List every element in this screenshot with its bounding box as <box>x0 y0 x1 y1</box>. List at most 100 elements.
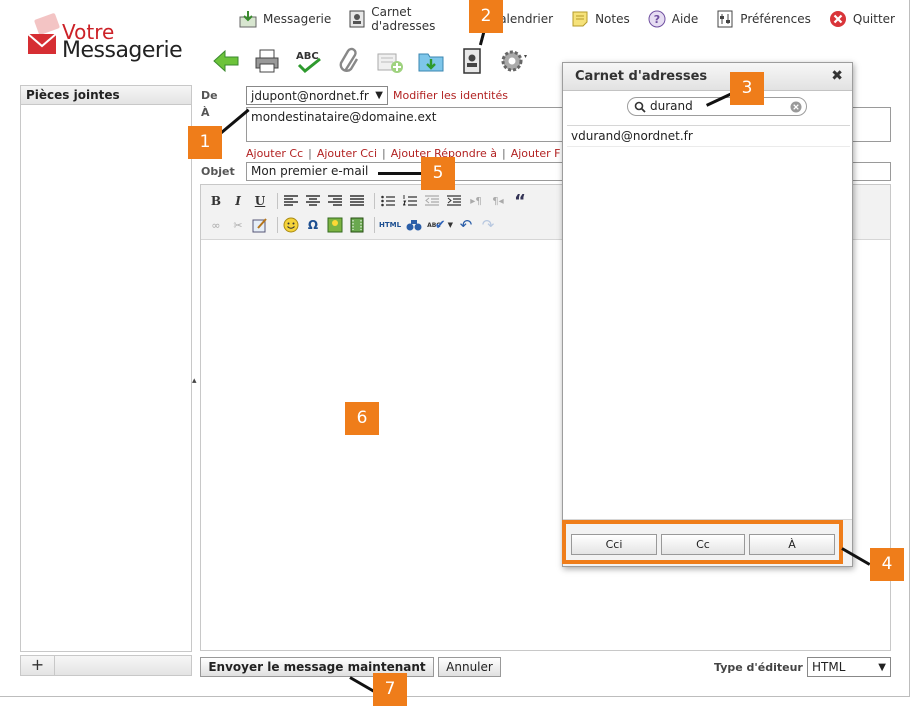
from-label: De <box>201 89 218 102</box>
align-justify-icon[interactable] <box>348 192 366 210</box>
nav-aide[interactable]: ? Aide <box>646 8 699 30</box>
preferences-icon <box>714 8 736 30</box>
callout-5: 5 <box>421 157 455 190</box>
search-icon <box>634 101 646 113</box>
chevron-down-icon: ▼ <box>447 221 453 229</box>
nav-label: Messagerie <box>263 12 332 26</box>
attachments-panel: Pièces jointes <box>20 85 192 652</box>
add-attachment-button[interactable]: + <box>21 656 55 675</box>
attach-button[interactable] <box>335 46 363 76</box>
add-cci-link[interactable]: Ajouter Cci <box>317 147 377 160</box>
print-icon <box>255 49 279 73</box>
find-icon[interactable] <box>405 216 423 234</box>
separator: | <box>382 147 386 160</box>
edit-image-icon[interactable] <box>251 216 269 234</box>
search-value: durand <box>650 99 693 113</box>
contact-results-list: vdurand@nordnet.fr <box>567 125 850 517</box>
insert-image-icon[interactable] <box>326 216 344 234</box>
attach-icon <box>339 47 359 72</box>
italic-button[interactable]: I <box>229 192 247 210</box>
blockquote-icon[interactable]: “ <box>511 191 529 212</box>
editor-type-select[interactable]: HTML ▼ <box>807 657 891 677</box>
quit-icon <box>827 8 849 30</box>
back-arrow-icon <box>213 49 239 73</box>
undo-icon[interactable]: ↶ <box>457 216 475 234</box>
align-center-icon[interactable] <box>304 192 322 210</box>
addressbook-icon <box>463 48 481 74</box>
chevron-down-icon: ▼ <box>878 661 886 673</box>
html-source-button[interactable]: HTML <box>379 216 401 234</box>
callout-4: 4 <box>870 548 904 581</box>
svg-text:?: ? <box>654 13 660 26</box>
nav-label: Aide <box>671 12 699 26</box>
save-to-folder-button[interactable] <box>417 46 445 76</box>
spellcheck-editor-icon[interactable]: ABC ✔ ▼ <box>427 216 453 234</box>
from-select[interactable]: jdupont@nordnet.fr ▼ <box>246 86 388 105</box>
modify-identities-link[interactable]: Modifier les identités <box>393 89 508 102</box>
dialog-title: Carnet d'adresses <box>575 69 708 84</box>
separator <box>374 193 375 209</box>
bold-button[interactable]: B <box>207 192 225 210</box>
separator <box>277 217 278 233</box>
unlink-icon[interactable]: ✂ <box>229 216 247 234</box>
insert-media-icon[interactable] <box>348 216 366 234</box>
callout-3: 3 <box>730 72 764 105</box>
clear-search-icon[interactable] <box>790 101 802 113</box>
link-icon[interactable]: ∞ <box>207 216 225 234</box>
emoticon-icon[interactable] <box>282 216 300 234</box>
subject-label: Objet <box>201 165 235 178</box>
align-right-icon[interactable] <box>326 192 344 210</box>
attachments-title: Pièces jointes <box>21 86 191 105</box>
special-char-icon[interactable]: Ω <box>304 216 322 234</box>
spellcheck-button[interactable]: ABC <box>294 46 322 76</box>
help-icon: ? <box>646 8 668 30</box>
cancel-button[interactable]: Annuler <box>438 657 501 677</box>
ltr-icon[interactable]: ▸¶ <box>467 192 485 210</box>
dialog-title-bar[interactable]: Carnet d'adresses ✖ <box>563 63 852 91</box>
add-cc-link[interactable]: Ajouter Cc <box>246 147 303 160</box>
add-recipient-links: Ajouter Cc | Ajouter Cci | Ajouter Répondre … <box>246 147 560 160</box>
print-button[interactable] <box>253 46 281 76</box>
nav-carnet[interactable]: Carnet d'adresses <box>347 5 453 33</box>
nav-label: Quitter <box>852 12 895 26</box>
signature-button[interactable] <box>376 46 404 76</box>
attachments-footer: + <box>20 655 192 676</box>
panel-splitter-icon[interactable]: ▴ <box>192 376 197 386</box>
back-button[interactable] <box>212 46 240 76</box>
separator: | <box>502 147 506 160</box>
separator: | <box>308 147 312 160</box>
callout-2: 2 <box>469 0 503 33</box>
spellcheck-icon: ABC <box>296 51 321 74</box>
settings-button[interactable] <box>499 46 527 76</box>
nav-quitter[interactable]: Quitter <box>827 8 895 30</box>
align-left-icon[interactable] <box>282 192 300 210</box>
brand-logo[interactable]: Votre Messagerie <box>26 8 186 68</box>
bullet-list-icon[interactable] <box>379 192 397 210</box>
top-navigation: Messagerie Carnet d'adresses Calendrier … <box>237 5 911 33</box>
nav-preferences[interactable]: Préférences <box>714 8 811 30</box>
numbered-list-icon[interactable] <box>401 192 419 210</box>
indent-icon[interactable] <box>445 192 463 210</box>
buttons-highlight-frame <box>562 520 843 564</box>
callout-pointer <box>378 172 422 175</box>
spell-check-mark-icon: ✔ <box>434 217 446 233</box>
redo-icon[interactable]: ↷ <box>479 216 497 234</box>
contact-result-item[interactable]: vdurand@nordnet.fr <box>567 126 850 147</box>
editor-type-label: Type d'éditeur <box>714 661 803 674</box>
compose-toolbar: ABC <box>212 46 540 76</box>
callout-1: 1 <box>188 126 222 159</box>
callout-7: 7 <box>373 673 407 706</box>
separator <box>374 217 375 233</box>
nav-notes[interactable]: Notes <box>569 8 630 30</box>
nav-label: Carnet d'adresses <box>371 5 436 33</box>
outdent-icon[interactable] <box>423 192 441 210</box>
editor-type-value: HTML <box>812 660 846 674</box>
envelope-logo-icon <box>27 13 60 54</box>
nav-messagerie[interactable]: Messagerie <box>237 8 331 30</box>
close-icon[interactable]: ✖ <box>831 68 843 84</box>
rtl-icon[interactable]: ¶◂ <box>489 192 507 210</box>
addressbook-button[interactable] <box>458 46 486 76</box>
underline-button[interactable]: U <box>251 192 269 210</box>
add-followup-link[interactable]: Ajouter F <box>511 147 561 160</box>
addressbook-dialog: Carnet d'adresses ✖ durand vdurand@nordn… <box>562 62 853 567</box>
